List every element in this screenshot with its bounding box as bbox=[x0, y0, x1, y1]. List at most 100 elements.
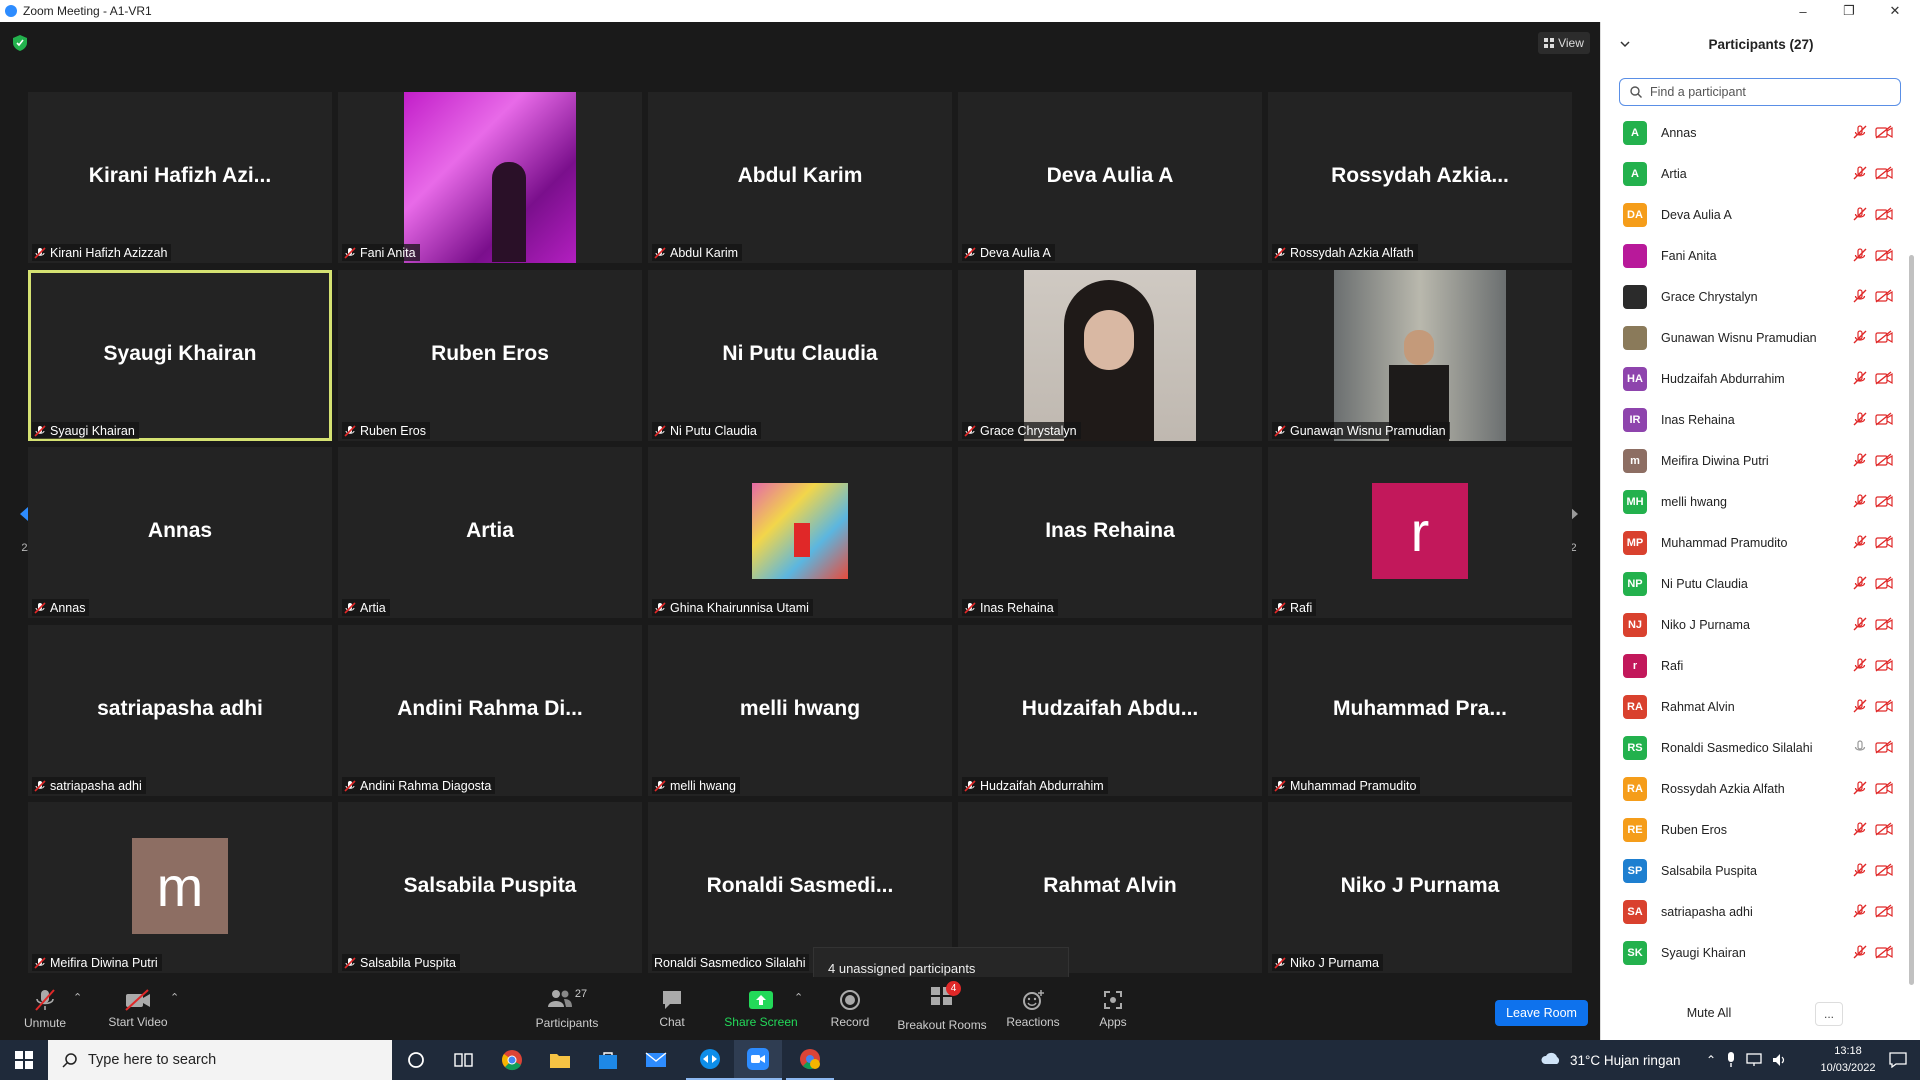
video-tile[interactable]: Ruben Eros Ruben Eros bbox=[338, 270, 642, 441]
network-icon[interactable] bbox=[1746, 1053, 1762, 1067]
mic-icon[interactable] bbox=[1853, 740, 1867, 754]
video-tile[interactable]: Grace Chrystalyn bbox=[958, 270, 1262, 441]
muted-mic-icon[interactable] bbox=[1853, 699, 1867, 713]
participant-row[interactable]: A Annas bbox=[1623, 112, 1905, 153]
cortana-button[interactable] bbox=[392, 1040, 440, 1080]
chrome-taskbar-button[interactable] bbox=[488, 1040, 536, 1080]
participant-row[interactable]: NJ Niko J Purnama bbox=[1623, 604, 1905, 645]
muted-mic-icon[interactable] bbox=[1853, 289, 1867, 303]
file-explorer-button[interactable] bbox=[536, 1040, 584, 1080]
video-off-icon[interactable] bbox=[1875, 904, 1893, 918]
reactions-button[interactable]: Reactions bbox=[1006, 977, 1060, 1040]
video-tile[interactable]: Muhammad Pra... Muhammad Pramudito bbox=[1268, 625, 1572, 796]
participant-list-scrollbar[interactable] bbox=[1909, 255, 1914, 985]
muted-mic-icon[interactable] bbox=[1853, 371, 1867, 385]
video-tile[interactable]: Deva Aulia A Deva Aulia A bbox=[958, 92, 1262, 263]
video-tile[interactable]: Kirani Hafizh Azi... Kirani Hafizh Azizza… bbox=[28, 92, 332, 263]
chat-button[interactable]: Chat bbox=[652, 977, 692, 1040]
video-tile[interactable]: Gunawan Wisnu Pramudian bbox=[1268, 270, 1572, 441]
mute-all-button[interactable]: Mute All bbox=[1672, 1000, 1746, 1026]
muted-mic-icon[interactable] bbox=[1853, 945, 1867, 959]
task-view-button[interactable] bbox=[440, 1040, 488, 1080]
participants-button[interactable]: 27 Participants bbox=[532, 977, 602, 1040]
participant-row[interactable]: MH melli hwang bbox=[1623, 481, 1905, 522]
muted-mic-icon[interactable] bbox=[1853, 781, 1867, 795]
video-off-icon[interactable] bbox=[1875, 781, 1893, 795]
muted-mic-icon[interactable] bbox=[1853, 863, 1867, 877]
participant-search-input[interactable] bbox=[1648, 84, 1892, 100]
muted-mic-icon[interactable] bbox=[1853, 822, 1867, 836]
minimize-button[interactable]: – bbox=[1780, 0, 1826, 22]
mail-button[interactable] bbox=[632, 1040, 680, 1080]
video-off-icon[interactable] bbox=[1875, 494, 1893, 508]
participant-row[interactable]: NP Ni Putu Claudia bbox=[1623, 563, 1905, 604]
video-off-icon[interactable] bbox=[1875, 289, 1893, 303]
audio-options-caret-icon[interactable]: ⌃ bbox=[73, 991, 82, 1004]
video-tile[interactable]: Ghina Khairunnisa Utami bbox=[648, 447, 952, 618]
participant-row[interactable]: MP Muhammad Pramudito bbox=[1623, 522, 1905, 563]
microphone-icon[interactable] bbox=[1726, 1052, 1736, 1068]
video-off-icon[interactable] bbox=[1875, 822, 1893, 836]
weather-widget[interactable]: 31°C Hujan ringan bbox=[1540, 1040, 1680, 1080]
participant-row[interactable]: IR Inas Rehaina bbox=[1623, 399, 1905, 440]
muted-mic-icon[interactable] bbox=[1853, 617, 1867, 631]
video-tile[interactable]: Inas Rehaina Inas Rehaina bbox=[958, 447, 1262, 618]
security-shield-icon[interactable] bbox=[13, 35, 27, 51]
muted-mic-icon[interactable] bbox=[1853, 658, 1867, 672]
video-tile[interactable]: Fani Anita bbox=[338, 92, 642, 263]
breakout-rooms-button[interactable]: 4 Breakout Rooms bbox=[896, 977, 988, 1040]
muted-mic-icon[interactable] bbox=[1853, 412, 1867, 426]
participant-row[interactable]: SA satriapasha adhi bbox=[1623, 891, 1905, 932]
video-tile[interactable]: satriapasha adhi satriapasha adhi bbox=[28, 625, 332, 796]
video-off-icon[interactable] bbox=[1875, 248, 1893, 262]
video-tile[interactable]: Ni Putu Claudia Ni Putu Claudia bbox=[648, 270, 952, 441]
participant-row[interactable]: RE Ruben Eros bbox=[1623, 809, 1905, 850]
video-off-icon[interactable] bbox=[1875, 576, 1893, 590]
video-off-icon[interactable] bbox=[1875, 371, 1893, 385]
participant-row[interactable]: Fani Anita bbox=[1623, 235, 1905, 276]
video-off-icon[interactable] bbox=[1875, 207, 1893, 221]
video-tile[interactable]: Syaugi Khairan Syaugi Khairan bbox=[28, 270, 332, 441]
video-tile[interactable]: Andini Rahma Di... Andini Rahma Diagosta bbox=[338, 625, 642, 796]
video-off-icon[interactable] bbox=[1875, 125, 1893, 139]
muted-mic-icon[interactable] bbox=[1853, 576, 1867, 590]
apps-button[interactable]: Apps bbox=[1094, 977, 1132, 1040]
windows-start-button[interactable] bbox=[0, 1040, 48, 1080]
participant-row[interactable]: DA Deva Aulia A bbox=[1623, 194, 1905, 235]
unmute-button[interactable]: Unmute bbox=[20, 977, 70, 1040]
participant-row[interactable]: RA Rossydah Azkia Alfath bbox=[1623, 768, 1905, 809]
video-tile[interactable]: Annas Annas bbox=[28, 447, 332, 618]
store-button[interactable] bbox=[584, 1040, 632, 1080]
chevron-up-icon[interactable]: ⌃ bbox=[1706, 1053, 1716, 1067]
teamviewer-button[interactable] bbox=[686, 1040, 734, 1080]
video-off-icon[interactable] bbox=[1875, 740, 1893, 754]
notifications-button[interactable] bbox=[1880, 1040, 1916, 1080]
video-off-icon[interactable] bbox=[1875, 412, 1893, 426]
video-off-icon[interactable] bbox=[1875, 535, 1893, 549]
video-tile[interactable]: melli hwang melli hwang bbox=[648, 625, 952, 796]
video-off-icon[interactable] bbox=[1875, 166, 1893, 180]
taskbar-search-box[interactable]: Type here to search bbox=[48, 1040, 392, 1080]
record-button[interactable]: Record bbox=[828, 977, 872, 1040]
video-tile[interactable]: Salsabila Puspita Salsabila Puspita bbox=[338, 802, 642, 973]
leave-room-button[interactable]: Leave Room bbox=[1495, 1000, 1588, 1026]
video-off-icon[interactable] bbox=[1875, 945, 1893, 959]
more-options-button[interactable]: ... bbox=[1815, 1002, 1843, 1026]
participant-row[interactable]: RA Rahmat Alvin bbox=[1623, 686, 1905, 727]
video-off-icon[interactable] bbox=[1875, 863, 1893, 877]
participant-row[interactable]: r Rafi bbox=[1623, 645, 1905, 686]
video-off-icon[interactable] bbox=[1875, 330, 1893, 344]
taskbar-clock[interactable]: 13:18 10/03/2022 bbox=[1810, 1043, 1886, 1077]
video-options-caret-icon[interactable]: ⌃ bbox=[170, 991, 179, 1004]
video-tile[interactable]: Artia Artia bbox=[338, 447, 642, 618]
muted-mic-icon[interactable] bbox=[1853, 904, 1867, 918]
participant-row[interactable]: SP Salsabila Puspita bbox=[1623, 850, 1905, 891]
muted-mic-icon[interactable] bbox=[1853, 207, 1867, 221]
muted-mic-icon[interactable] bbox=[1853, 248, 1867, 262]
participant-row[interactable]: Grace Chrystalyn bbox=[1623, 276, 1905, 317]
video-tile[interactable]: Niko J Purnama Niko J Purnama bbox=[1268, 802, 1572, 973]
participant-row[interactable]: m Meifira Diwina Putri bbox=[1623, 440, 1905, 481]
video-tile[interactable]: m Meifira Diwina Putri bbox=[28, 802, 332, 973]
close-window-button[interactable]: ✕ bbox=[1872, 0, 1918, 22]
start-video-button[interactable]: Start Video bbox=[106, 977, 170, 1040]
